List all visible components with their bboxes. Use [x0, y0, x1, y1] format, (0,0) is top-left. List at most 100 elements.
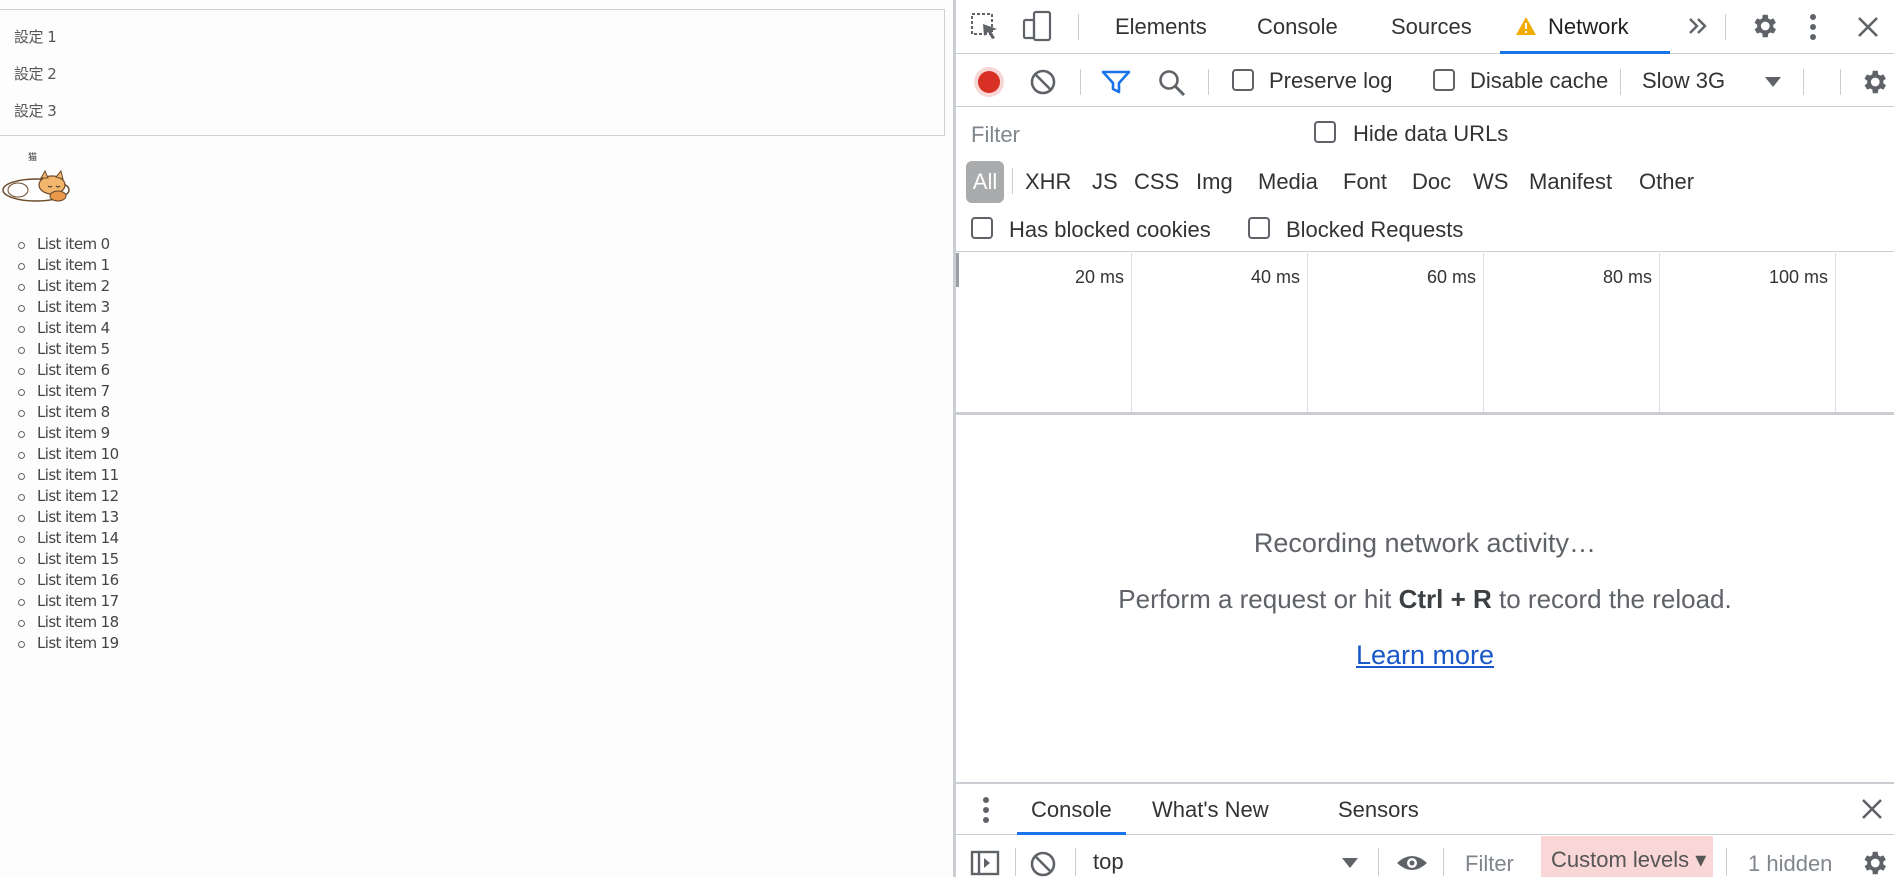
context-select[interactable]: top	[1093, 849, 1124, 875]
empty-state-title: Recording network activity…	[1253, 528, 1597, 558]
sidebar-toggle-icon[interactable]	[970, 850, 1000, 876]
empty-state: Recording network activity… Perform a re…	[956, 418, 1894, 780]
clear-icon[interactable]	[1029, 68, 1057, 96]
list-item: List item 19	[18, 633, 119, 654]
settings-icon[interactable]	[1749, 11, 1779, 41]
list-item: List item 0	[18, 234, 119, 255]
separator	[1080, 69, 1081, 95]
warning-icon	[1515, 16, 1537, 36]
list-item: List item 2	[18, 276, 119, 297]
type-filter-manifest[interactable]: Manifest	[1529, 161, 1612, 203]
clear-console-icon[interactable]	[1029, 850, 1057, 878]
separator	[1443, 848, 1444, 876]
disable-cache-checkbox[interactable]	[1433, 69, 1455, 91]
search-icon[interactable]	[1157, 68, 1187, 98]
type-filter-all[interactable]: All	[966, 161, 1004, 203]
context-dropdown-icon[interactable]	[1342, 858, 1358, 868]
drawer-close-icon[interactable]	[1861, 798, 1883, 820]
type-filter-doc[interactable]: Doc	[1412, 161, 1451, 203]
drawer-tab-console[interactable]: Console	[1017, 784, 1126, 835]
filter-icon[interactable]	[1101, 69, 1131, 95]
sleeping-cat-image	[0, 164, 72, 208]
list-item: List item 12	[18, 486, 119, 507]
devtools-panel: Elements Console Sources Network Preserv…	[953, 0, 1894, 877]
tab-network[interactable]: Network	[1500, 0, 1670, 54]
log-levels-select[interactable]: Custom levels ▾	[1541, 836, 1713, 877]
filter-input[interactable]: Filter	[971, 122, 1020, 148]
more-tabs-icon[interactable]	[1686, 14, 1710, 38]
hide-data-urls-checkbox[interactable]	[1314, 121, 1336, 143]
setting-1[interactable]: 設定 1	[14, 26, 57, 47]
type-filter-media[interactable]: Media	[1258, 161, 1318, 203]
separator	[1620, 69, 1621, 95]
preserve-log-checkbox[interactable]	[1232, 69, 1254, 91]
dropdown-arrow-icon[interactable]	[1765, 77, 1781, 87]
drawer-menu-icon[interactable]	[982, 796, 990, 824]
setting-3[interactable]: 設定 3	[14, 100, 57, 121]
type-filter-css[interactable]: CSS	[1134, 161, 1179, 203]
setting-2[interactable]: 設定 2	[14, 63, 57, 84]
separator	[1726, 848, 1727, 876]
timeline-tick: 100 ms	[1768, 267, 1828, 287]
timeline-tick: 80 ms	[1602, 267, 1652, 287]
preserve-log-label: Preserve log	[1269, 68, 1393, 93]
timeline-tick: 60 ms	[1426, 267, 1476, 287]
record-icon[interactable]	[973, 66, 1005, 98]
list-item: List item 17	[18, 591, 119, 612]
cat-label: 猫	[28, 153, 38, 163]
learn-more-link[interactable]: Learn more	[956, 640, 1894, 671]
console-settings-icon[interactable]	[1859, 848, 1889, 878]
type-filter-font[interactable]: Font	[1343, 161, 1387, 203]
item-list: List item 0 List item 1 List item 2 List…	[18, 234, 119, 654]
tab-network-label: Network	[1548, 14, 1629, 39]
list-item: List item 16	[18, 570, 119, 591]
console-toolbar: top Filter Custom levels ▾ 1 hidden	[956, 836, 1894, 877]
has-blocked-cookies-label: Has blocked cookies	[1009, 217, 1211, 242]
list-item: List item 7	[18, 381, 119, 402]
list-item: List item 3	[18, 297, 119, 318]
list-item: List item 13	[18, 507, 119, 528]
hint-text-before: Perform a request or hit	[1118, 584, 1399, 614]
list-item: List item 6	[18, 360, 119, 381]
close-icon[interactable]	[1856, 15, 1880, 39]
type-filter-ws[interactable]: WS	[1473, 161, 1508, 203]
type-filter-js[interactable]: JS	[1092, 161, 1118, 203]
timeline-tick: 40 ms	[1250, 267, 1300, 287]
hint-shortcut: Ctrl + R	[1398, 584, 1492, 614]
list-item: List item 5	[18, 339, 119, 360]
timeline-marker	[956, 253, 959, 287]
type-filter-other[interactable]: Other	[1639, 161, 1694, 203]
devtools-tab-bar: Elements Console Sources Network	[956, 0, 1894, 54]
gridline	[1483, 253, 1484, 412]
device-toolbar-icon[interactable]	[1022, 10, 1054, 42]
gridline	[1131, 253, 1132, 412]
gridline	[1659, 253, 1660, 412]
drawer-tab-sensors[interactable]: Sensors	[1338, 784, 1419, 835]
separator	[1208, 69, 1209, 95]
console-filter-input[interactable]: Filter	[1465, 851, 1514, 877]
inspect-icon[interactable]	[970, 12, 1000, 42]
tab-elements[interactable]: Elements	[1115, 0, 1207, 54]
throttling-select[interactable]: Slow 3G	[1642, 68, 1725, 94]
separator	[1840, 69, 1841, 95]
list-item: List item 10	[18, 444, 119, 465]
list-item: List item 4	[18, 318, 119, 339]
empty-state-hint: Perform a request or hit Ctrl + R to rec…	[956, 584, 1894, 615]
drawer-tab-whats-new[interactable]: What's New	[1152, 784, 1269, 835]
type-filter-img[interactable]: Img	[1196, 161, 1233, 203]
gridline	[1835, 253, 1836, 412]
eye-icon[interactable]	[1396, 852, 1428, 874]
timeline-overview[interactable]: 20 ms 40 ms 60 ms 80 ms 100 ms	[956, 253, 1894, 415]
tab-sources[interactable]: Sources	[1391, 0, 1472, 54]
network-toolbar: Preserve log Disable cache Slow 3G	[956, 55, 1894, 107]
tab-console[interactable]: Console	[1257, 0, 1338, 54]
kebab-icon[interactable]	[1809, 13, 1817, 41]
hint-text-after: to record the reload.	[1491, 584, 1732, 614]
type-filter-xhr[interactable]: XHR	[1025, 161, 1071, 203]
separator	[1075, 848, 1076, 876]
has-blocked-cookies-checkbox[interactable]	[971, 217, 993, 239]
timeline-tick: 20 ms	[1074, 267, 1124, 287]
blocked-requests-checkbox[interactable]	[1248, 217, 1270, 239]
network-settings-icon[interactable]	[1859, 67, 1889, 97]
list-item: List item 18	[18, 612, 119, 633]
